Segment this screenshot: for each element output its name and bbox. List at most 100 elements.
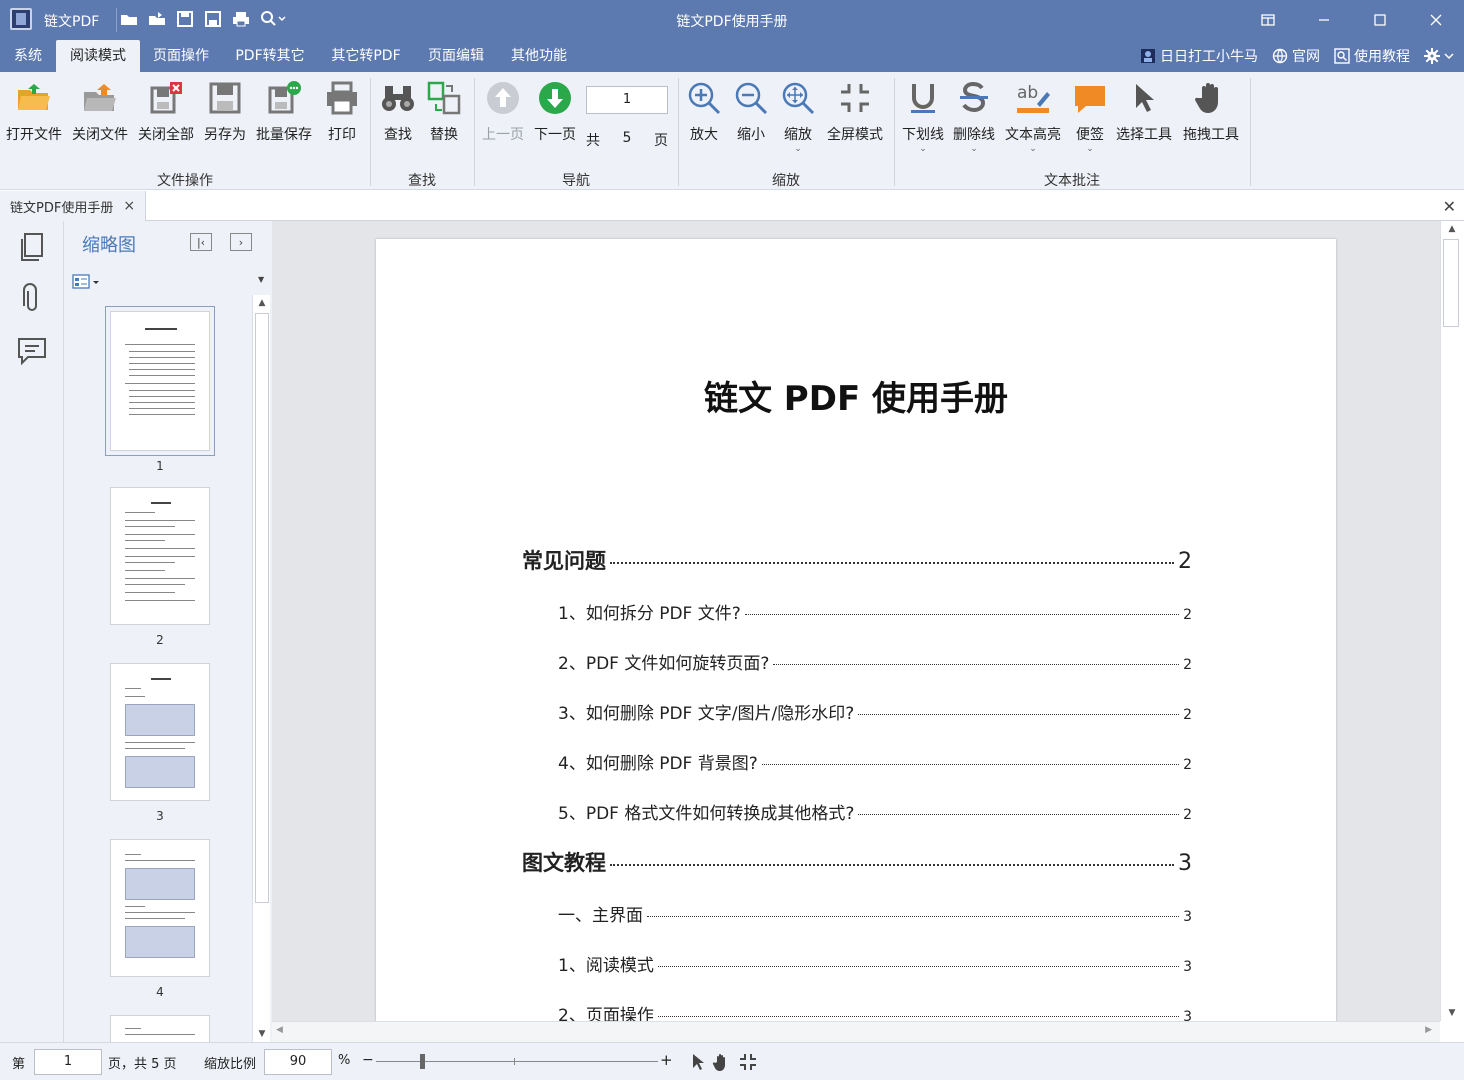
toc-entry[interactable]: 4、如何删除 PDF 背景图? 2 xyxy=(558,749,1192,774)
fullscreen-button[interactable]: 全屏模式 xyxy=(827,78,883,144)
group-separator xyxy=(1250,78,1251,186)
menu-other-functions[interactable]: 其他功能 xyxy=(498,40,580,72)
thumbnail-panel-title: 缩略图 xyxy=(82,235,136,256)
scrollbar-thumb[interactable] xyxy=(255,313,269,903)
website-link[interactable]: 官网 xyxy=(1272,46,1320,66)
collapse-panel-icon[interactable]: |‹ xyxy=(190,233,212,251)
print-button[interactable]: 打印 xyxy=(322,78,362,144)
zoom-in-button[interactable]: 放大 xyxy=(684,78,724,144)
comments-panel-icon[interactable] xyxy=(16,335,48,367)
qa-open-recent-icon[interactable] xyxy=(146,8,168,30)
next-page-button[interactable]: 下一页 xyxy=(534,78,576,144)
document-tab[interactable]: 链文PDF使用手册 × xyxy=(0,191,146,221)
scrollbar-thumb[interactable] xyxy=(1443,239,1459,327)
batch-save-button[interactable]: 批量保存 xyxy=(256,78,312,144)
prev-page-button[interactable]: 上一页 xyxy=(482,78,524,144)
maximize-button[interactable] xyxy=(1352,0,1408,40)
thumbnail-page-number: 2 xyxy=(156,633,164,647)
status-page-input[interactable]: 1 xyxy=(34,1049,102,1075)
qa-open-folder-icon[interactable] xyxy=(118,8,140,30)
close-window-button[interactable] xyxy=(1408,0,1464,40)
zoom-slider[interactable]: − + xyxy=(362,1051,673,1071)
menu-pdf-to-other[interactable]: PDF转其它 xyxy=(222,40,318,72)
document-vertical-scrollbar[interactable]: ▲ ▼ xyxy=(1440,221,1464,1021)
zoom-minus-button[interactable]: − xyxy=(362,1052,374,1068)
save-as-button[interactable]: 另存为 xyxy=(204,78,246,144)
qa-save-icon[interactable] xyxy=(202,8,224,30)
zoom-percent-input[interactable]: 90 xyxy=(264,1049,332,1075)
menu-system[interactable]: 系统 xyxy=(0,40,56,72)
menu-page-ops[interactable]: 页面操作 xyxy=(140,40,222,72)
page-thumbnail[interactable] xyxy=(105,306,215,456)
open-file-button[interactable]: 打开文件 xyxy=(6,78,62,144)
zoom-slider-handle[interactable] xyxy=(420,1054,425,1069)
toc-entry[interactable]: 1、阅读模式 3 xyxy=(558,951,1192,976)
toc-entry[interactable]: 1、如何拆分 PDF 文件? 2 xyxy=(558,599,1192,624)
qa-zoom-dropdown-icon[interactable] xyxy=(258,8,288,30)
scroll-down-arrow-icon[interactable]: ▼ xyxy=(253,1026,271,1042)
user-name: 日日打工小牛马 xyxy=(1160,49,1258,65)
status-hand-tool-icon[interactable] xyxy=(712,1052,732,1072)
toc-entry[interactable]: 3、如何删除 PDF 文字/图片/隐形水印? 2 xyxy=(558,699,1192,724)
attachment-icon[interactable] xyxy=(16,283,48,315)
zoom-slider-track xyxy=(376,1061,658,1062)
pages-panel-icon[interactable] xyxy=(16,231,48,263)
qa-print-icon[interactable] xyxy=(230,8,252,30)
close-folder-icon xyxy=(84,84,116,111)
binoculars-icon xyxy=(382,86,414,111)
document-tab-strip: 链文PDF使用手册 × ✕ xyxy=(0,191,1464,221)
user-account[interactable]: 日日打工小牛马 xyxy=(1140,46,1258,66)
sticky-note-button[interactable]: 便签 ⌄ xyxy=(1070,78,1110,154)
page-thumbnail[interactable] xyxy=(110,487,210,625)
drag-tool-button[interactable]: 拖拽工具 xyxy=(1183,78,1239,144)
replace-button[interactable]: 替换 xyxy=(424,78,464,144)
document-canvas[interactable]: 链文 PDF 使用手册 常见问题 2 1、如何拆分 PDF 文件? 2 2、PDF … xyxy=(272,221,1440,1021)
toc-entry[interactable]: 2、页面操作 3 xyxy=(558,1001,1192,1021)
find-button[interactable]: 查找 xyxy=(378,78,418,144)
scroll-up-arrow-icon[interactable]: ▲ xyxy=(1443,221,1461,237)
thumbnail-view-options-icon[interactable] xyxy=(72,273,100,291)
thumbnail-scrollbar[interactable]: ▲ ▼ xyxy=(252,295,270,1042)
toc-entry[interactable]: 一、主界面 3 xyxy=(558,901,1192,926)
scroll-down-arrow-icon[interactable]: ▼ xyxy=(1443,1005,1461,1021)
toc-entry[interactable]: 常见问题 2 xyxy=(522,545,1192,575)
minimize-button[interactable] xyxy=(1296,0,1352,40)
text-highlight-button[interactable]: ab 文本高亮 ⌄ xyxy=(1005,78,1061,154)
toc-entry[interactable]: 5、PDF 格式文件如何转换成其他格式? 2 xyxy=(558,799,1192,824)
close-all-button[interactable]: 关闭全部 xyxy=(138,78,194,144)
status-select-tool-icon[interactable] xyxy=(688,1052,708,1072)
zoom-out-button[interactable]: 缩小 xyxy=(731,78,771,144)
document-horizontal-scrollbar[interactable]: ◀ ▶ xyxy=(272,1021,1440,1042)
scroll-left-arrow-icon[interactable]: ◀ xyxy=(276,1025,283,1035)
batch-save-icon xyxy=(268,81,301,114)
select-tool-button[interactable]: 选择工具 xyxy=(1116,78,1172,144)
group-label-file: 文件操作 xyxy=(157,173,213,189)
menu-other-to-pdf[interactable]: 其它转PDF xyxy=(318,40,414,72)
status-fullscreen-icon[interactable] xyxy=(738,1052,758,1072)
toc-entry[interactable]: 2、PDF 文件如何旋转页面? 2 xyxy=(558,649,1192,674)
close-all-tabs-icon[interactable]: ✕ xyxy=(1443,197,1456,216)
menu-reading-mode[interactable]: 阅读模式 xyxy=(56,40,140,72)
menu-page-edit[interactable]: 页面编辑 xyxy=(414,40,498,72)
close-tab-icon[interactable]: × xyxy=(123,198,135,214)
expand-panel-icon[interactable]: › xyxy=(230,233,252,251)
zoom-dropdown-button[interactable]: 缩放 ⌄ xyxy=(778,78,818,154)
page-thumbnail[interactable] xyxy=(110,839,210,977)
scroll-up-arrow-icon[interactable]: ▲ xyxy=(253,295,271,311)
restore-layout-button[interactable] xyxy=(1240,0,1296,40)
scroll-right-arrow-icon[interactable]: ▶ xyxy=(1425,1025,1432,1035)
underline-button[interactable]: 下划线 ⌄ xyxy=(902,78,944,154)
panel-dropdown-icon[interactable]: ▼ xyxy=(258,275,264,284)
current-page-input[interactable]: 1 xyxy=(586,86,668,114)
settings-menu[interactable] xyxy=(1424,48,1454,64)
page-thumbnail[interactable] xyxy=(110,663,210,801)
page-thumbnail[interactable] xyxy=(110,1015,210,1042)
close-file-button[interactable]: 关闭文件 xyxy=(72,78,128,144)
qa-save-all-icon[interactable] xyxy=(174,8,196,30)
strikethrough-button[interactable]: 删除线 ⌄ xyxy=(953,78,995,154)
tutorial-link[interactable]: 使用教程 xyxy=(1334,46,1410,66)
toc-entry[interactable]: 图文教程 3 xyxy=(522,847,1192,877)
arrow-down-icon xyxy=(539,82,571,114)
zoom-out-icon xyxy=(735,82,768,115)
zoom-plus-button[interactable]: + xyxy=(660,1051,673,1069)
